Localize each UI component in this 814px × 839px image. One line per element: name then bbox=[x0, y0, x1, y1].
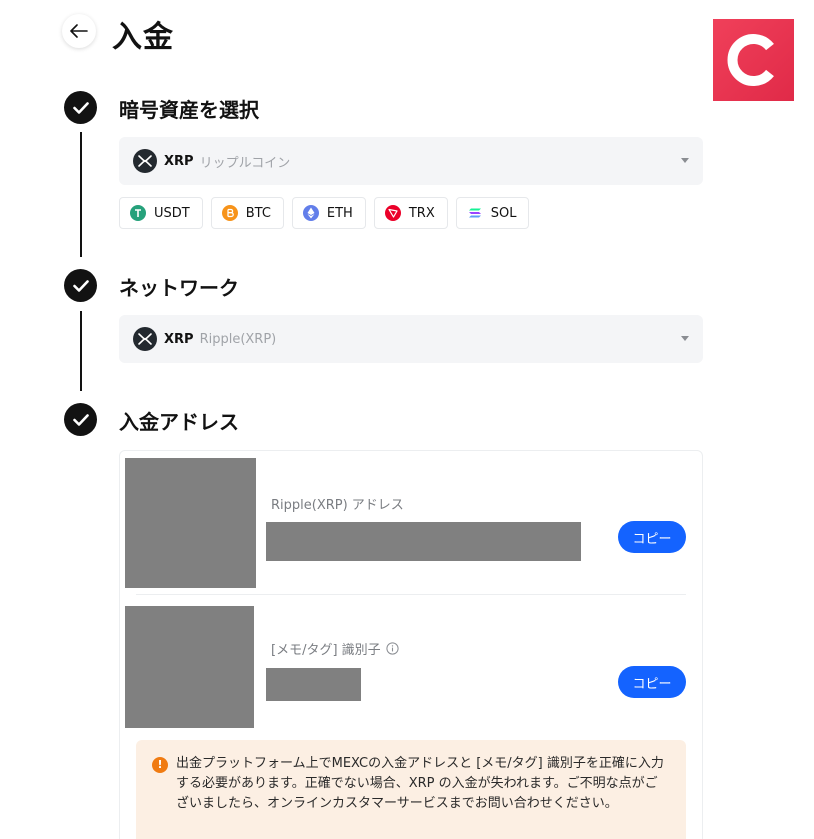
logo-c-icon bbox=[727, 34, 774, 86]
step-3-title: 入金アドレス bbox=[119, 410, 239, 434]
memo-label-row: [メモ/タグ] 識別子 bbox=[271, 639, 399, 658]
network-description: Ripple(XRP) bbox=[199, 331, 277, 347]
step-2-title: ネットワーク bbox=[119, 276, 239, 300]
memo-value bbox=[266, 668, 361, 701]
eth-icon bbox=[302, 205, 319, 221]
warning-text: 出金プラットフォーム上でMEXCの入金アドレスと [メモ/タグ] 識別子を正確に… bbox=[176, 756, 664, 811]
chip-usdt[interactable]: USDT bbox=[119, 197, 203, 229]
page-title: 入金 bbox=[112, 20, 174, 55]
coin-select[interactable]: XRP リップルコイン bbox=[119, 137, 703, 185]
memo-qr-code bbox=[125, 606, 254, 728]
divider bbox=[136, 594, 686, 595]
usdt-icon bbox=[130, 205, 146, 221]
step-connector bbox=[80, 132, 82, 257]
chip-label: BTC bbox=[245, 205, 271, 221]
memo-label: [メモ/タグ] 識別子 bbox=[271, 643, 381, 658]
deposit-warning: ! 出金プラットフォーム上でMEXCの入金アドレスと [メモ/タグ] 識別子を正… bbox=[136, 740, 686, 839]
chip-label: TRX bbox=[408, 205, 435, 221]
back-button[interactable] bbox=[62, 14, 96, 48]
warning-icon: ! bbox=[152, 757, 168, 773]
sol-icon bbox=[467, 205, 483, 221]
mexc-logo bbox=[713, 19, 794, 101]
step-3-check-icon bbox=[64, 403, 97, 436]
address-qr-code bbox=[125, 458, 256, 588]
chip-btc[interactable]: BTC bbox=[210, 197, 284, 229]
info-icon[interactable] bbox=[386, 642, 399, 655]
arrow-left-icon bbox=[70, 24, 88, 38]
chip-eth[interactable]: ETH bbox=[291, 197, 366, 229]
chip-label: USDT bbox=[154, 205, 190, 221]
address-value bbox=[266, 522, 581, 561]
chip-label: ETH bbox=[326, 205, 353, 221]
coin-symbol: XRP bbox=[164, 153, 194, 169]
trx-icon bbox=[384, 205, 401, 221]
copy-address-button[interactable]: コピー bbox=[618, 521, 686, 553]
step-1-check-icon bbox=[64, 91, 97, 124]
quick-coin-list: USDT BTC ETH TRX SOL bbox=[119, 197, 530, 229]
coin-description: リップルコイン bbox=[199, 155, 291, 171]
chevron-down-icon bbox=[681, 158, 689, 163]
btc-icon bbox=[221, 205, 238, 221]
address-label: Ripple(XRP) アドレス bbox=[271, 498, 404, 513]
step-1-title: 暗号資産を選択 bbox=[119, 98, 259, 122]
step-2-check-icon bbox=[64, 269, 97, 302]
chip-sol[interactable]: SOL bbox=[455, 197, 530, 229]
network-select[interactable]: XRP Ripple(XRP) bbox=[119, 315, 703, 363]
xrp-icon bbox=[133, 149, 157, 173]
network-symbol: XRP bbox=[164, 331, 194, 347]
copy-memo-button[interactable]: コピー bbox=[618, 666, 686, 698]
xrp-icon bbox=[133, 327, 157, 351]
step-connector bbox=[80, 311, 82, 391]
chip-label: SOL bbox=[490, 205, 517, 221]
chevron-down-icon bbox=[681, 336, 689, 341]
chip-trx[interactable]: TRX bbox=[373, 197, 448, 229]
